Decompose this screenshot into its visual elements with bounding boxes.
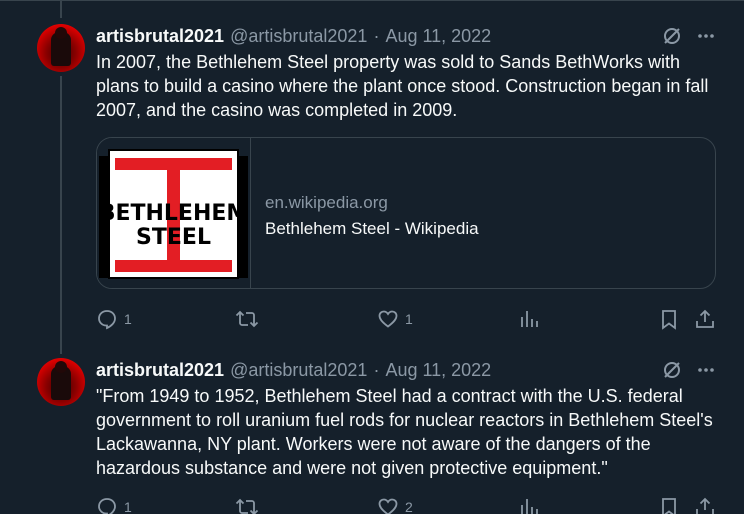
bethlehem-steel-logo: BETHLEHEM STEEL xyxy=(99,149,249,279)
retweet-button[interactable] xyxy=(235,308,265,330)
tweet-date[interactable]: Aug 11, 2022 xyxy=(385,360,491,381)
separator-dot: · xyxy=(373,25,380,46)
share-upload-icon xyxy=(696,497,714,514)
avatar[interactable] xyxy=(37,24,85,72)
tweet-actions: 1 2 xyxy=(96,496,718,514)
retweet-button[interactable] xyxy=(235,496,265,514)
grok-slash-circle-icon[interactable] xyxy=(662,26,682,46)
views-bars-icon xyxy=(521,499,538,514)
card-title: Bethlehem Steel - Wikipedia xyxy=(265,219,479,238)
display-name[interactable]: artisbrutal2021 xyxy=(96,360,224,381)
bookmark-icon xyxy=(662,498,676,514)
reply-count: 1 xyxy=(124,311,132,327)
card-domain: en.wikipedia.org xyxy=(265,193,388,212)
like-count: 1 xyxy=(405,311,413,327)
grok-slash-circle-icon[interactable] xyxy=(662,360,682,380)
handle[interactable]: @artisbrutal2021 xyxy=(230,26,367,47)
heart-icon xyxy=(378,498,398,514)
bookmark-button[interactable] xyxy=(658,496,680,514)
views-button[interactable] xyxy=(518,496,546,514)
bookmark-icon xyxy=(662,310,676,330)
tweet-header-icons xyxy=(662,26,716,46)
separator-dot: · xyxy=(373,359,380,380)
handle[interactable]: @artisbrutal2021 xyxy=(230,360,367,381)
reply-bubble-icon xyxy=(98,498,116,514)
reply-bubble-icon xyxy=(98,310,116,330)
like-button[interactable]: 2 xyxy=(377,496,413,514)
more-dots-icon[interactable] xyxy=(696,360,716,380)
tweet-header: artisbrutal2021 @artisbrutal2021 · Aug 1… xyxy=(96,359,491,381)
link-card[interactable]: BETHLEHEM STEEL en.wikipedia.org Bethleh… xyxy=(96,137,716,289)
reply-count: 1 xyxy=(124,499,132,514)
tweet-header-icons xyxy=(662,360,716,380)
retweet-icon xyxy=(235,310,259,328)
avatar[interactable] xyxy=(37,358,85,406)
display-name[interactable]: artisbrutal2021 xyxy=(96,26,224,47)
views-bars-icon xyxy=(521,311,538,327)
tweet-text: "From 1949 to 1952, Bethlehem Steel had … xyxy=(96,386,713,478)
share-button[interactable] xyxy=(694,308,716,330)
bookmark-button[interactable] xyxy=(658,308,680,330)
like-count: 2 xyxy=(405,499,413,514)
logo-line1: BETHLEHEM xyxy=(99,201,249,226)
reply-button[interactable]: 1 xyxy=(96,308,132,330)
avatar-figure-head xyxy=(55,27,67,39)
logo-line2: STEEL xyxy=(136,225,211,250)
tweet-1[interactable]: artisbrutal2021 @artisbrutal2021 · Aug 1… xyxy=(0,0,744,340)
tweet-date[interactable]: Aug 11, 2022 xyxy=(385,26,491,47)
more-dots-icon[interactable] xyxy=(696,26,716,46)
tweet-header: artisbrutal2021 @artisbrutal2021 · Aug 1… xyxy=(96,25,491,47)
tweet-2[interactable]: artisbrutal2021 @artisbrutal2021 · Aug 1… xyxy=(0,340,744,514)
avatar-figure-head xyxy=(55,361,67,373)
tweet-actions: 1 1 xyxy=(96,308,718,332)
heart-icon xyxy=(378,310,398,328)
retweet-icon xyxy=(235,498,259,514)
views-button[interactable] xyxy=(518,308,546,330)
share-upload-icon xyxy=(696,309,714,328)
card-meta: en.wikipedia.org Bethlehem Steel - Wikip… xyxy=(265,190,479,242)
share-button[interactable] xyxy=(694,496,716,514)
card-thumbnail: BETHLEHEM STEEL xyxy=(97,138,251,288)
reply-button[interactable]: 1 xyxy=(96,496,132,514)
timeline: artisbrutal2021 @artisbrutal2021 · Aug 1… xyxy=(0,0,744,514)
like-button[interactable]: 1 xyxy=(377,308,413,330)
tweet-text: In 2007, the Bethlehem Steel property wa… xyxy=(96,52,709,120)
